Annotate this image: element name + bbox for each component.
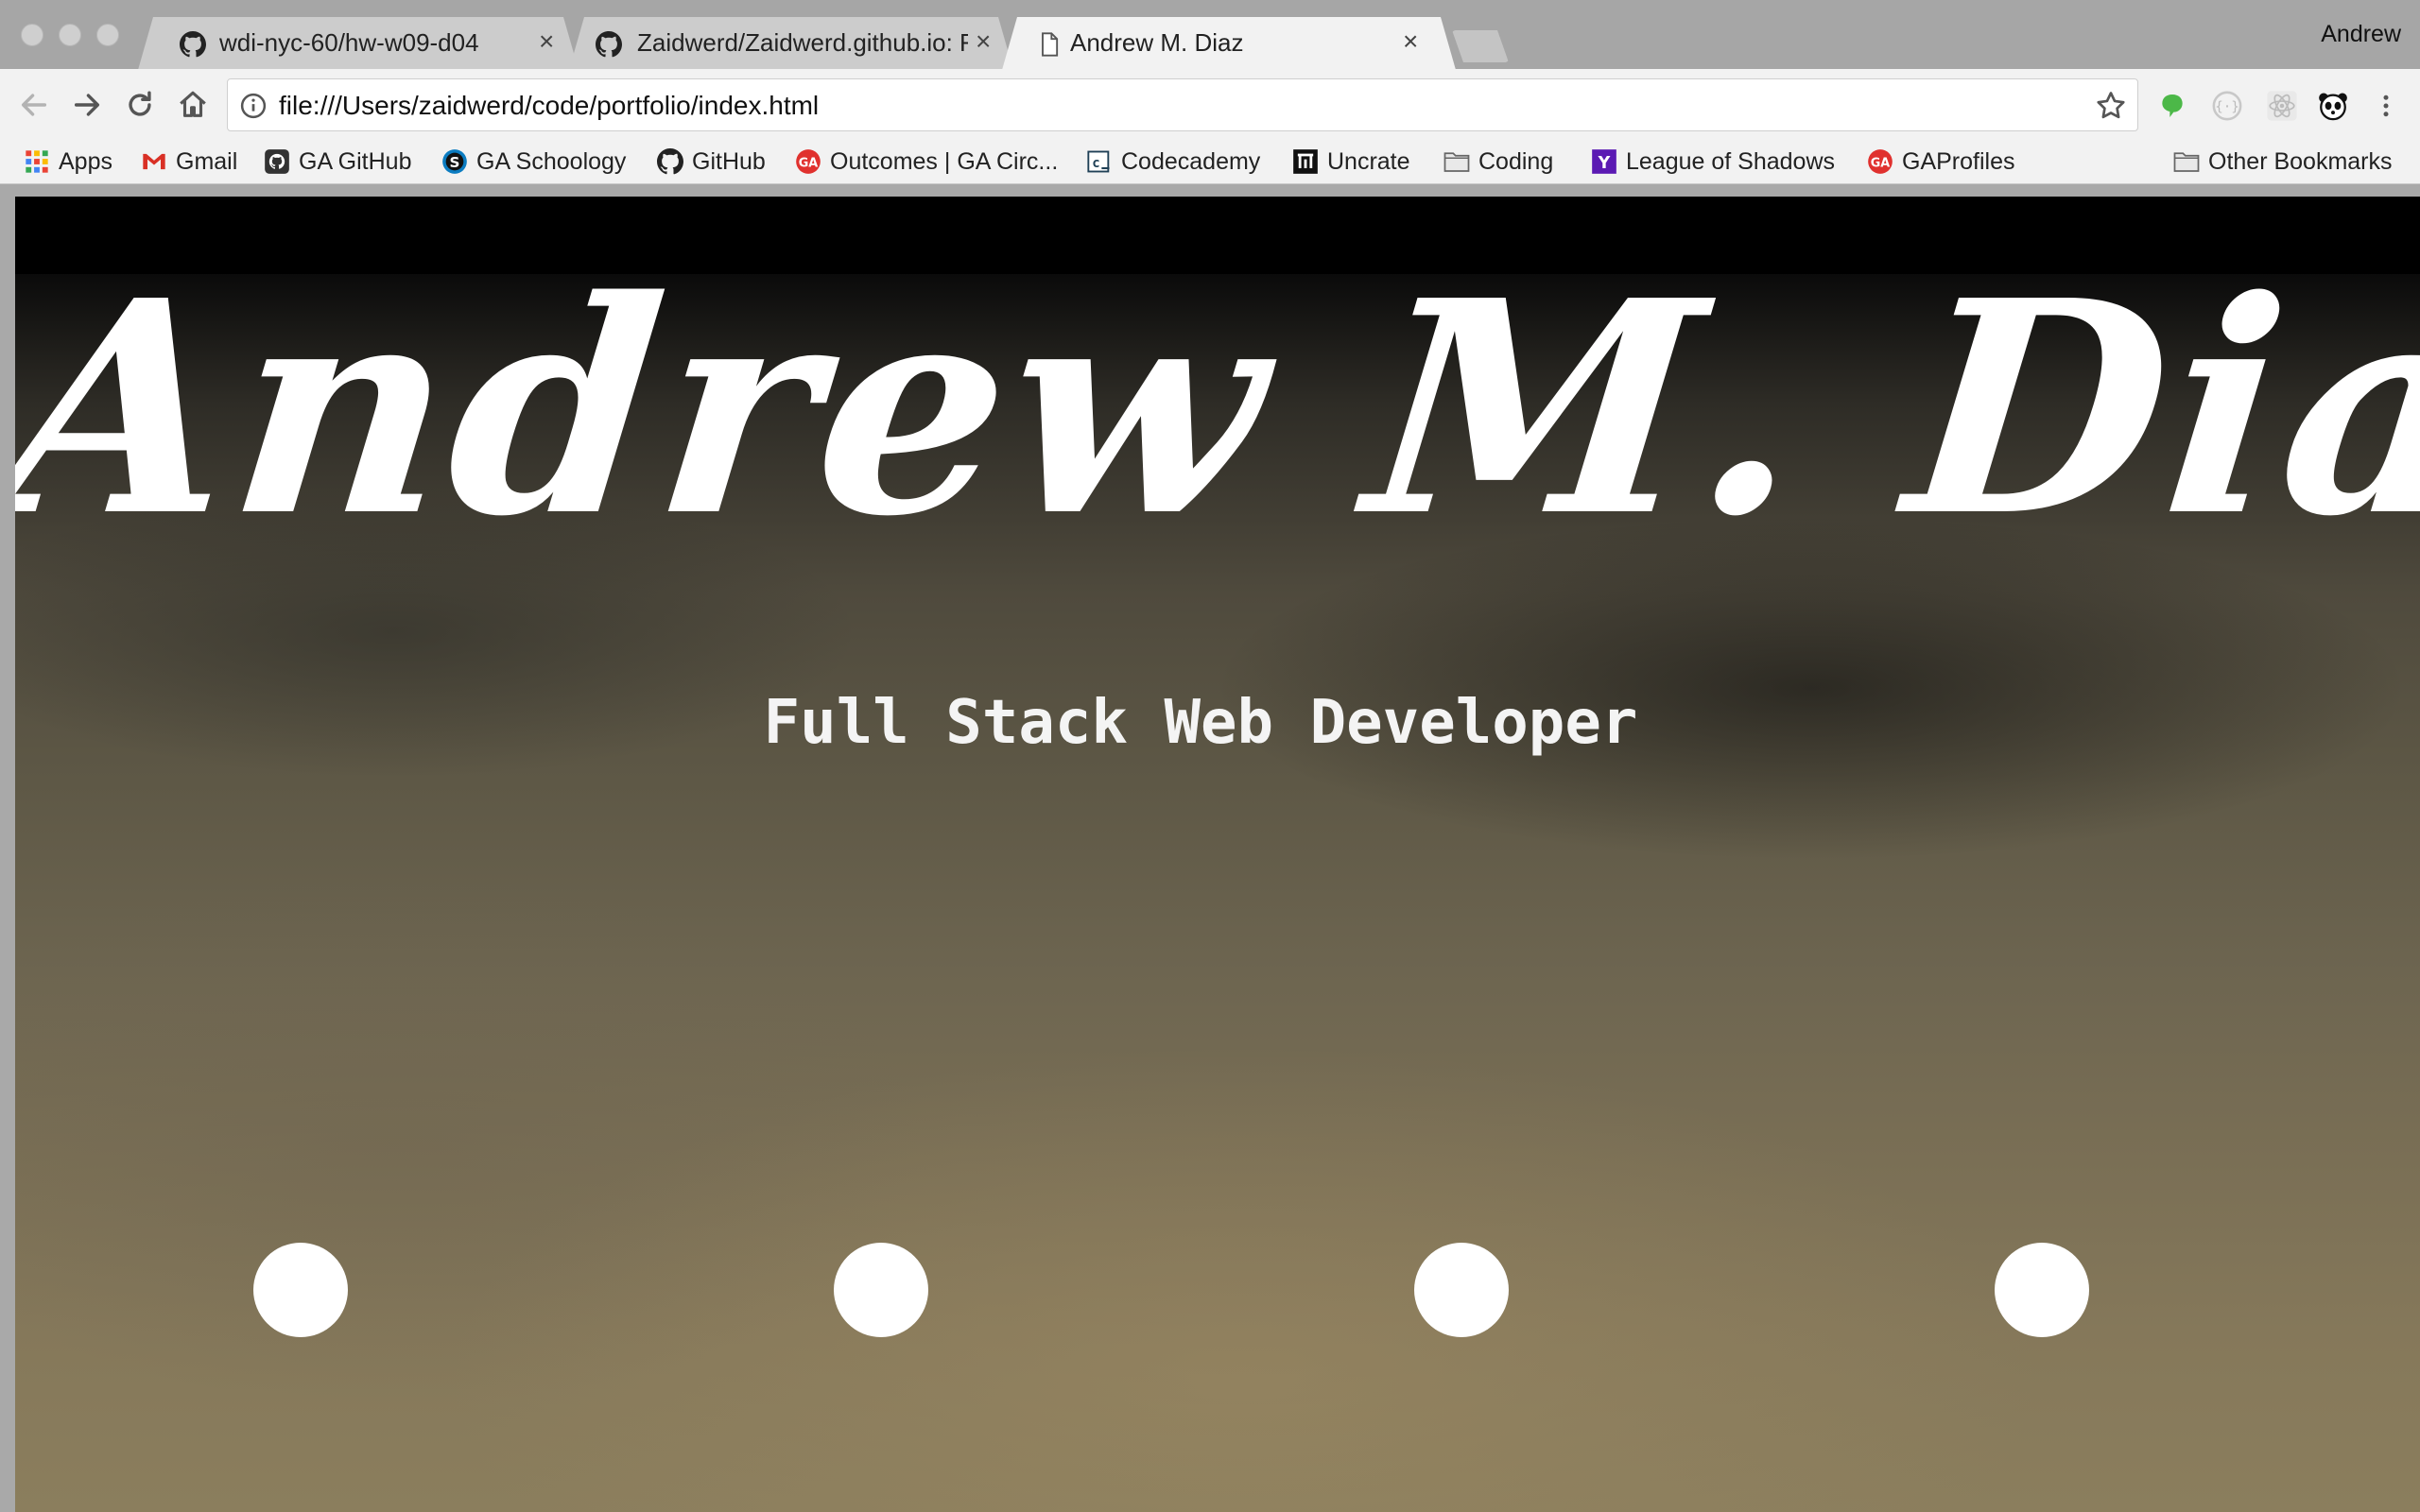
github-icon <box>180 31 207 58</box>
bookmark-uncrate[interactable]: Uncrate <box>1291 143 1410 180</box>
github-icon <box>656 147 684 176</box>
tab-close-button[interactable]: × <box>539 26 554 57</box>
home-button[interactable] <box>172 84 214 126</box>
bookmark-label: Outcomes | GA Circ... <box>830 147 1059 175</box>
bookmark-label: GA GitHub <box>299 147 412 175</box>
url-text[interactable]: file:///Users/zaidwerd/code/portfolio/in… <box>279 91 819 121</box>
back-button[interactable] <box>13 84 55 126</box>
other-bookmarks[interactable]: Other Bookmarks <box>2172 143 2393 180</box>
bookmark-label: GA Schoology <box>476 147 627 175</box>
json-viewer-extension-icon[interactable]: {·} <box>2208 87 2246 125</box>
bookmark-label: Uncrate <box>1327 147 1410 175</box>
nav-dot-2[interactable] <box>834 1243 928 1337</box>
github-icon <box>263 147 291 176</box>
bookmark-star-icon[interactable] <box>2094 89 2128 123</box>
svg-text:c: c <box>1092 156 1099 171</box>
gmail-icon <box>140 147 168 176</box>
svg-text:S: S <box>450 154 460 171</box>
codecademy-icon: c <box>1085 147 1114 176</box>
bookmark-github[interactable]: GitHub <box>656 143 766 180</box>
address-bar[interactable]: file:///Users/zaidwerd/code/portfolio/in… <box>227 78 2138 131</box>
hero-subtitle: Full Stack Web Developer <box>763 688 1638 758</box>
info-icon[interactable] <box>239 92 268 120</box>
apps-grid-icon <box>23 147 51 176</box>
svg-text:Y: Y <box>1598 154 1611 173</box>
tab-wdi-nyc[interactable]: wdi-nyc-60/hw-w09-d04 × <box>138 17 579 70</box>
reload-icon <box>129 91 151 116</box>
bookmarks-bar: Apps Gmail GA GitHub S GA Schoology GitH… <box>0 141 2420 184</box>
bookmark-label: GitHub <box>692 147 766 175</box>
page-icon <box>1036 31 1063 58</box>
nav-dot-4[interactable] <box>1995 1243 2089 1337</box>
arrow-left-icon <box>21 94 47 116</box>
tab-zaidwerd-github[interactable]: Zaidwerd/Zaidwerd.github.io: F × <box>569 17 1013 70</box>
bookmark-label: Other Bookmarks <box>2208 147 2393 175</box>
bookmark-label: GAProfiles <box>1902 147 2015 175</box>
bookmark-ga-github[interactable]: GA GitHub <box>263 143 412 180</box>
tab-title: Andrew M. Diaz <box>1070 28 1244 57</box>
minimize-window-button[interactable] <box>59 24 81 46</box>
ga-icon: GA <box>794 147 822 176</box>
yahoo-icon: Y <box>1590 147 1618 176</box>
bookmark-coding-folder[interactable]: Coding <box>1443 143 1553 180</box>
home-icon <box>180 91 206 117</box>
tab-close-button[interactable]: × <box>1403 26 1418 57</box>
chrome-menu-icon[interactable] <box>2367 87 2405 125</box>
nav-dot-3[interactable] <box>1414 1243 1509 1337</box>
tab-close-button[interactable]: × <box>976 26 991 57</box>
uncrate-icon <box>1291 147 1320 176</box>
bookmark-apps[interactable]: Apps <box>23 143 112 180</box>
close-window-button[interactable] <box>21 24 43 46</box>
bookmark-label: Gmail <box>176 147 238 175</box>
browser-toolbar: file:///Users/zaidwerd/code/portfolio/in… <box>0 69 2420 141</box>
bookmark-outcomes[interactable]: GA Outcomes | GA Circ... <box>794 143 1058 180</box>
react-devtools-extension-icon[interactable] <box>2263 87 2301 125</box>
reload-button[interactable] <box>119 84 161 126</box>
tab-andrew-diaz[interactable]: Andrew M. Diaz × <box>1002 17 1456 70</box>
page-viewport: Andrew M. Diaz Full Stack Web Developer <box>15 197 2420 1512</box>
evernote-extension-icon[interactable] <box>2153 87 2191 125</box>
bookmark-league-of-shadows[interactable]: Y League of Shadows <box>1590 143 1835 180</box>
bookmark-label: League of Shadows <box>1626 147 1836 175</box>
schoology-icon: S <box>441 147 469 176</box>
svg-text:{·}: {·} <box>2215 100 2239 115</box>
bookmark-label: Apps <box>59 147 112 175</box>
arrow-right-icon <box>74 94 100 116</box>
bookmark-label: Coding <box>1478 147 1554 175</box>
folder-icon <box>1443 147 1471 176</box>
svg-text:GA: GA <box>799 156 819 170</box>
bookmark-codecademy[interactable]: c Codecademy <box>1085 143 1260 180</box>
profile-button[interactable]: Andrew <box>2321 21 2401 48</box>
new-tab-button[interactable] <box>1452 30 1509 62</box>
tab-title: Zaidwerd/Zaidwerd.github.io: F <box>637 28 968 57</box>
folder-icon <box>2172 147 2201 176</box>
maximize-window-button[interactable] <box>96 24 119 46</box>
svg-text:GA: GA <box>1871 156 1891 170</box>
bookmark-gaprofiles[interactable]: GA GAProfiles <box>1866 143 2014 180</box>
panda-extension-icon[interactable] <box>2314 87 2352 125</box>
bookmark-label: Codecademy <box>1121 147 1261 175</box>
forward-button[interactable] <box>66 84 108 126</box>
tab-title: wdi-nyc-60/hw-w09-d04 <box>219 28 479 57</box>
title-bar: wdi-nyc-60/hw-w09-d04 × Zaidwerd/Zaidwer… <box>0 0 2420 69</box>
nav-dot-1[interactable] <box>253 1243 348 1337</box>
bookmark-gmail[interactable]: Gmail <box>140 143 237 180</box>
hero-title: Andrew M. Diaz <box>15 237 2420 581</box>
github-icon <box>596 31 622 58</box>
bookmark-ga-schoology[interactable]: S GA Schoology <box>441 143 626 180</box>
ga-icon: GA <box>1866 147 1894 176</box>
